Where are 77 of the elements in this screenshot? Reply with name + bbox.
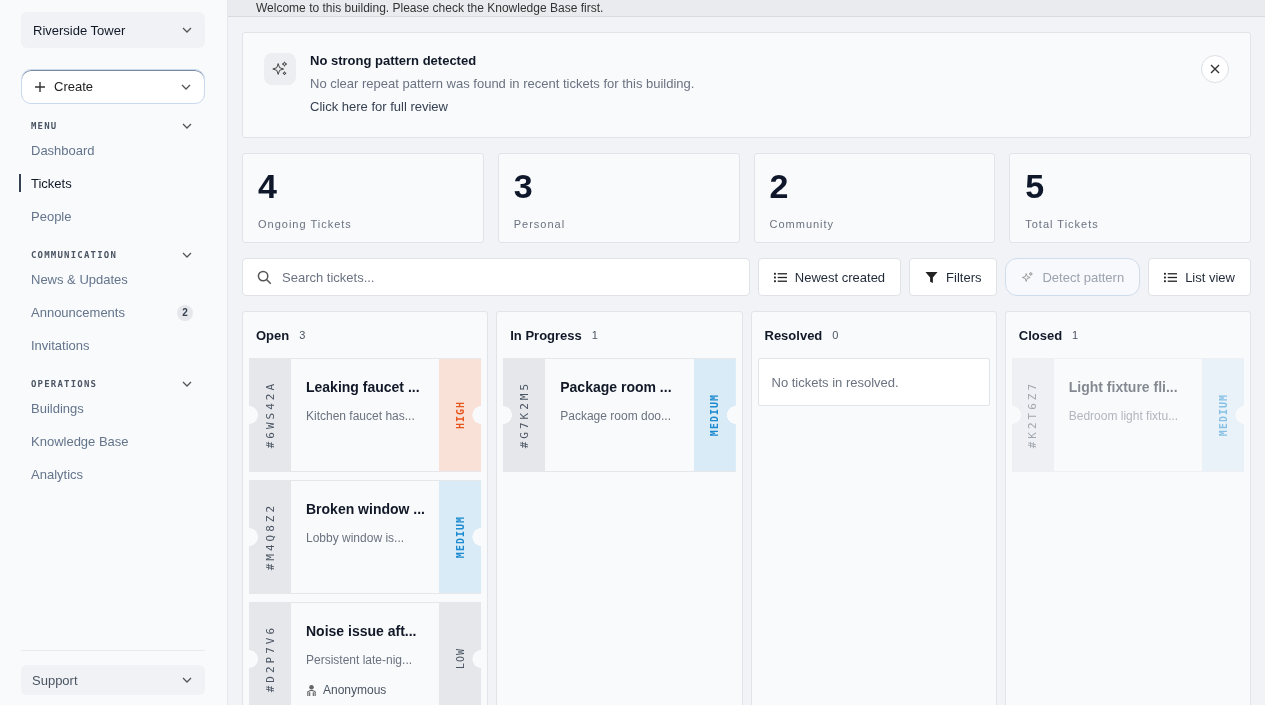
reporter-name: Anonymous [323, 683, 387, 697]
sidebar-item[interactable]: Dashboard [19, 134, 205, 167]
list-view-button[interactable]: List view [1148, 258, 1251, 296]
column-count: 3 [299, 329, 306, 341]
priority-label: LOW [454, 648, 466, 670]
column-title: Closed [1018, 327, 1063, 343]
priority-label: MEDIUM [454, 515, 466, 559]
priority-label: MEDIUM [709, 393, 720, 437]
ticket-id: #6WS42A [263, 381, 277, 449]
ticket-description: Kitchen faucet has... [306, 409, 416, 423]
search-input[interactable]: Search tickets... [280, 268, 735, 286]
ticket-card[interactable]: #D2P7V6 Noise issue aft... Persistent late-nig... Anonymous LOW [249, 602, 482, 705]
filters-button[interactable]: Filters [909, 258, 998, 296]
column-count: 1 [591, 329, 598, 341]
sparkle-icon [264, 53, 296, 85]
stat-label: Ongoing Tickets [258, 218, 353, 230]
ticket-id: #D2P7V6 [263, 625, 277, 693]
ticket-id: #G7K2M5 [517, 381, 531, 449]
ticket-card[interactable]: #G7K2M5 Package room ... Package room doo... MEDIUM [503, 358, 736, 472]
scope-dropdown[interactable]: Riverside Tower [21, 12, 205, 48]
ticket-title: Light fixture fli... [1068, 379, 1179, 395]
sidebar-item[interactable]: Buildings [19, 392, 205, 425]
section-title: OPERATIONS [31, 379, 98, 389]
column-title: Open [256, 327, 290, 343]
ticket-card[interactable]: #6WS42A Leaking faucet ... Kitchen faucet has... HIGH [249, 358, 482, 472]
column-count: 1 [1072, 329, 1079, 341]
sort-button[interactable]: Newest created [757, 258, 902, 296]
priority-label: MEDIUM [1217, 393, 1229, 437]
stat-value: 5 [1025, 166, 1046, 206]
stat-label: Community [769, 218, 836, 230]
ticket-id: #K2T6Z7 [1026, 381, 1040, 449]
ticket-title: Noise issue aft... [306, 623, 418, 639]
person-icon [306, 683, 317, 697]
empty-message: No tickets in resolved. [757, 358, 990, 406]
close-button[interactable] [1201, 55, 1229, 83]
sidebar-item[interactable]: News & Updates [19, 263, 205, 296]
ticket-title: Package room ... [560, 379, 673, 395]
search-field[interactable]: Search tickets... [242, 258, 750, 296]
stat-value: 3 [513, 166, 534, 206]
ticket-title: Broken window ... [306, 501, 426, 517]
count-badge: 2 [177, 304, 193, 321]
welcome-banner: Welcome to this building. Please check the Knowledge Base first. [228, 0, 1265, 17]
create-button[interactable]: Create [21, 69, 205, 104]
plus-icon [34, 80, 46, 93]
ticket-title: Leaking faucet ... [306, 379, 421, 395]
sidebar-item[interactable]: Invitations [19, 329, 205, 362]
ticket-card[interactable]: #M4Q8Z2 Broken window ... Lobby window is... MEDIUM [249, 480, 482, 594]
ticket-id: #M4Q8Z2 [263, 503, 277, 571]
pattern-title: No strong pattern detected [310, 53, 478, 68]
ticket-description: Bedroom light fixtu... [1068, 409, 1180, 423]
ticket-description: Lobby window is... [306, 531, 406, 545]
sidebar-item[interactable]: Knowledge Base [19, 425, 205, 458]
close-icon [1209, 63, 1221, 75]
support-dropdown[interactable]: Support [21, 665, 205, 695]
section-title: COMMUNICATION [31, 250, 118, 260]
search-icon [257, 269, 272, 285]
column-title: In Progress [510, 327, 582, 343]
stat-value: 2 [769, 166, 790, 206]
sidebar-item[interactable]: People [19, 200, 205, 233]
ticket-description: Persistent late-nig... [306, 653, 414, 667]
section-title: MENU [31, 121, 58, 131]
review-link[interactable]: Click here for full review [310, 99, 448, 114]
sidebar-item[interactable]: Announcements 2 [19, 296, 205, 329]
list-icon [1164, 270, 1178, 284]
stat-label: Total Tickets [1025, 218, 1100, 230]
sparkle-icon [1021, 270, 1035, 284]
column-count: 0 [832, 329, 839, 341]
filter-icon [925, 270, 939, 284]
sidebar-item[interactable]: Tickets [19, 174, 205, 192]
stat-value: 4 [258, 166, 278, 206]
sidebar-item[interactable]: Analytics [19, 458, 205, 491]
stat-label: Personal [513, 218, 567, 230]
column-title: Resolved [764, 327, 823, 343]
pattern-description: No clear repeat pattern was found in recent tickets for this building. [310, 76, 696, 91]
priority-label: HIGH [454, 400, 466, 430]
list-icon [773, 270, 787, 284]
ticket-description: Package room doo... [560, 409, 672, 423]
